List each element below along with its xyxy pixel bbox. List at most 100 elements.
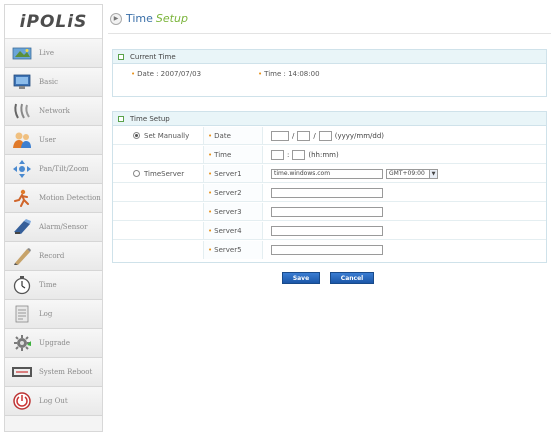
server4-input[interactable] — [271, 225, 383, 236]
server2-inputs — [263, 184, 546, 201]
server1-inputs: time.windows.com GMT+09:00 ▼ — [263, 165, 546, 182]
sidebar-item-motion[interactable]: Motion Detection — [5, 184, 102, 213]
date-label: Date — [214, 131, 231, 140]
timeserver-radio[interactable] — [133, 170, 140, 177]
set-manually-option[interactable]: Set Manually — [113, 127, 204, 144]
dot-icon: • — [208, 188, 213, 197]
server-label-cell: • Server2 — [204, 184, 263, 201]
sidebar-item-label: Network — [39, 107, 70, 115]
section-header: Time Setup — [113, 112, 546, 126]
server3-input[interactable] — [271, 206, 383, 217]
time-inputs: : (hh:mm) — [263, 146, 546, 163]
dot-icon: • — [208, 246, 213, 254]
log-icon — [11, 304, 33, 324]
empty-cell — [113, 184, 204, 201]
server2-input[interactable] — [271, 187, 383, 198]
day-input[interactable] — [318, 130, 332, 141]
set-manually-label: Set Manually — [144, 131, 190, 140]
section-title: Current Time — [130, 52, 176, 61]
server4-row: • Server4 — [113, 222, 546, 240]
sidebar-item-label: Basic — [39, 78, 59, 86]
server-label-cell: • Server3 — [204, 203, 263, 220]
page-title: ▶ Time Setup — [108, 4, 551, 34]
cancel-button[interactable]: Cancel — [330, 272, 374, 284]
sidebar-item-label: Motion Detection — [39, 194, 101, 202]
sidebar-item-label: Upgrade — [39, 339, 71, 347]
year-input[interactable] — [271, 130, 289, 141]
current-time-section: Current Time • Date : 2007/07/03 • Time : … — [112, 49, 547, 97]
sidebar-item-reboot[interactable]: System Reboot — [5, 358, 102, 387]
play-bullet-icon: ▶ — [110, 12, 122, 25]
timeserver-label: TimeServer — [144, 169, 185, 178]
reboot-icon — [11, 362, 33, 382]
sidebar-item-network[interactable]: Network — [5, 97, 102, 126]
ptz-icon — [11, 159, 33, 179]
clock-icon — [11, 275, 33, 295]
dot-icon: • — [208, 207, 213, 216]
sidebar-item-label: Alarm/Sensor — [39, 223, 88, 231]
empty-cell — [113, 146, 204, 163]
server-label-cell: • Server5 — [204, 241, 263, 259]
sidebar-item-log[interactable]: Log — [5, 300, 102, 329]
time-format-hint: (hh:mm) — [308, 150, 339, 159]
sidebar-item-time[interactable]: Time — [5, 271, 102, 300]
date-format-hint: (yyyy/mm/dd) — [334, 131, 384, 140]
month-input[interactable] — [297, 130, 311, 141]
server-label: Server4 — [214, 226, 242, 235]
sidebar-item-live[interactable]: Live — [5, 39, 102, 68]
dot-icon: • — [208, 169, 213, 178]
server-label-cell: • Server1 — [204, 165, 263, 182]
chevron-down-icon[interactable]: ▼ — [429, 169, 437, 178]
time-separator: : — [287, 150, 290, 159]
page-title-main: Time — [126, 12, 153, 25]
server5-inputs — [263, 241, 546, 259]
date-label-cell: • Date — [204, 127, 263, 144]
square-bullet-icon — [118, 115, 124, 122]
sidebar-item-record[interactable]: Record — [5, 242, 102, 271]
action-buttons: Save Cancel — [282, 272, 374, 284]
timeserver-option[interactable]: TimeServer — [113, 165, 204, 182]
server-label-cell: • Server4 — [204, 222, 263, 239]
network-icon — [11, 101, 33, 121]
time-row: • Time : (hh:mm) — [113, 146, 546, 164]
sidebar-item-upgrade[interactable]: Upgrade — [5, 329, 102, 358]
timezone-value: GMT+09:00 — [389, 169, 425, 177]
square-bullet-icon — [118, 53, 124, 60]
current-time: • Time : 14:08:00 — [258, 70, 320, 78]
sidebar-item-logout[interactable]: Log Out — [5, 387, 102, 416]
users-icon — [11, 130, 33, 150]
server-label: Server5 — [214, 246, 242, 254]
upgrade-icon — [11, 333, 33, 353]
sidebar-menu: Live Basic Network User Pan/Tilt/Zoom Mo… — [5, 39, 102, 416]
sidebar-item-label: Log Out — [39, 397, 68, 405]
server3-inputs — [263, 203, 546, 220]
save-button[interactable]: Save — [282, 272, 320, 284]
server5-input[interactable] — [271, 245, 383, 255]
sidebar-item-ptz[interactable]: Pan/Tilt/Zoom — [5, 155, 102, 184]
sidebar-item-label: Time — [39, 281, 57, 289]
sidebar-item-alarm[interactable]: Alarm/Sensor — [5, 213, 102, 242]
server1-input[interactable]: time.windows.com — [271, 168, 383, 179]
sidebar-item-basic[interactable]: Basic — [5, 68, 102, 97]
sidebar-item-user[interactable]: User — [5, 126, 102, 155]
main-content: ▶ Time Setup Current Time • Date : 2007/0… — [108, 4, 551, 432]
current-time-text: Time : 14:08:00 — [264, 70, 320, 78]
monitor-icon — [11, 72, 33, 92]
time-label: Time — [214, 150, 232, 159]
dot-icon: • — [208, 131, 213, 140]
hour-input[interactable] — [271, 149, 284, 160]
section-header: Current Time — [113, 50, 546, 64]
current-time-row: • Date : 2007/07/03 • Time : 14:08:00 — [113, 64, 546, 84]
dot-icon: • — [131, 70, 136, 78]
timezone-select[interactable]: GMT+09:00 ▼ — [386, 168, 438, 179]
time-label-cell: • Time — [204, 146, 263, 163]
dot-icon: • — [258, 70, 263, 78]
server-label: Server1 — [214, 169, 242, 178]
sidebar-item-label: User — [39, 136, 56, 144]
alarm-icon — [11, 217, 33, 237]
dot-icon: • — [208, 226, 213, 235]
sidebar-item-label: Log — [39, 310, 53, 318]
set-manually-radio[interactable] — [133, 132, 140, 139]
minute-input[interactable] — [292, 149, 306, 160]
sidebar-item-label: System Reboot — [39, 368, 93, 376]
